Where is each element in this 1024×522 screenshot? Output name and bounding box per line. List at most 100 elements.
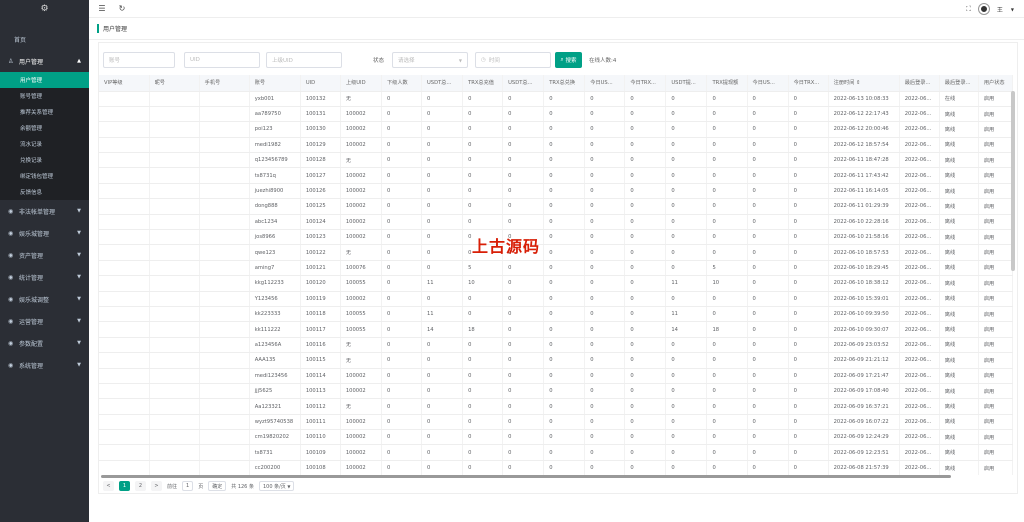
sidebar-group-8[interactable]: ◉ 系统管理 ▼ [0,354,89,376]
column-header[interactable]: USDT总... [502,75,545,92]
table-row[interactable]: aa789750 100131 100002 0 0 0 0 0 0 0 0 0 0 0 2022-06-1… [99,106,1013,123]
sidebar-group-5[interactable]: ◉ 娱乐城调整 ▼ [0,288,89,310]
table-row[interactable]: juezhi8900 100126 100002 0 0 0 0 0 0 0 0 0 0 0 2022-06… [99,183,1013,200]
column-header[interactable]: 注册时间 ⇕ [828,75,900,92]
table-cell: 100128 [300,152,341,169]
sidebar-item-balance[interactable]: 余额管理 [0,120,89,136]
table-cell: 0 [381,137,423,154]
column-header[interactable]: 下级人数 [381,75,423,92]
table-row[interactable]: jos8966 100123 100002 0 0 0 0 0 0 0 0 0 0 0 2022-06-10… [99,229,1013,246]
table-cell: 0 [706,106,748,123]
sidebar-item-home[interactable]: 首页 [0,28,89,50]
prev-page-button[interactable]: < [103,481,114,491]
table-cell: 0 [624,106,667,123]
column-header[interactable]: 今日US... [584,75,626,92]
goto-page-input[interactable]: 1 [182,481,194,491]
table-cell: 2022-06... [899,167,940,184]
table-row[interactable]: wyzt95740538 100111 100002 0 0 0 0 0 0 0 0 0 0 0 2022-… [99,414,1013,431]
table-row[interactable]: cc200200 100108 100002 0 0 0 0 0 0 0 0 0 0 0 2022-06-0… [99,460,1013,475]
table-row[interactable]: medi123456 100114 100002 0 0 0 0 0 0 0 0 0 0 0 2022-06… [99,368,1013,384]
menu-icon[interactable]: ☰ [95,4,109,13]
table-row[interactable]: ts8731q 100127 100002 0 0 0 0 0 0 0 0 0 0 0 2022-06-11… [99,167,1013,184]
table-row[interactable]: cm19820202 100110 100002 0 0 0 0 0 0 0 0 0 0 0 2022-06… [99,429,1013,446]
sidebar-group-1[interactable]: ◉ 非法帐单管理 ▼ [0,200,89,222]
refresh-icon[interactable]: ↻ [115,4,129,13]
table-cell: 0 [421,167,464,184]
column-header[interactable]: 今日US... [747,75,789,92]
table-cell: 100125 [300,198,341,215]
total-count: 共 126 条 [231,483,254,490]
table-row[interactable]: AAA135 100115 无 0 0 0 0 0 0 0 0 0 0 0 2022-06-09 21:21… [99,352,1013,369]
column-header[interactable]: VIP等级 [99,75,150,92]
search-button[interactable]: ⌕ 搜索 [555,52,582,68]
status-select[interactable]: 请选择 ▼ [392,52,468,68]
logo[interactable]: ⚙ [0,0,89,18]
horizontal-scrollbar[interactable] [101,475,951,478]
table-row[interactable]: poi123 100130 100002 0 0 0 0 0 0 0 0 0 0 0 2022-06-12 … [99,121,1013,138]
sidebar-group-6[interactable]: ◉ 运营管理 ▼ [0,310,89,332]
chevron-down-icon[interactable]: ▼ [1011,7,1014,12]
vertical-scrollbar[interactable] [1011,91,1015,271]
sidebar-item-flow[interactable]: 流水记录 [0,136,89,152]
column-header[interactable]: USDT提... [665,75,708,92]
table-cell: 2022-06-09 17:08:40 [828,383,900,400]
table-row[interactable]: Y123456 100119 100002 0 0 0 0 0 0 0 0 0 0 0 2022-06-10… [99,291,1013,307]
time-picker[interactable]: ◷ 时间 [475,52,551,68]
table-row[interactable]: yxb001 100132 无 0 0 0 0 0 0 0 0 0 0 0 2022-06-13 10:08… [99,91,1013,107]
confirm-button[interactable]: 确定 [208,481,227,491]
column-header[interactable]: UID [300,75,341,92]
column-header[interactable]: 最后登录... [899,75,940,92]
column-header[interactable]: TRX提现额 [706,75,748,92]
parent-uid-input[interactable]: 上级UID [266,52,342,68]
circle-icon: ◉ [8,273,14,281]
user-icon: ♙ [8,57,14,65]
sidebar-group-4[interactable]: ◉ 统计管理 ▼ [0,266,89,288]
table-row[interactable]: aming7 100121 100076 0 0 5 0 0 0 0 0 5 0 0 2022-06-10 … [99,260,1013,277]
table-cell [99,198,150,215]
table-cell: 0 [665,244,708,261]
table-row[interactable]: ts8731 100109 100002 0 0 0 0 0 0 0 0 0 0 0 2022-06-09 … [99,444,1013,461]
table-row[interactable]: kkg112233 100120 100055 0 11 10 0 0 0 0 11 10 0 0 2022… [99,275,1013,292]
sidebar-item-account-management[interactable]: 账号管理 [0,88,89,104]
table-row[interactable]: kk223333 100118 100055 0 11 0 0 0 0 0 11 0 0 0 2022-06… [99,306,1013,323]
next-page-button[interactable]: > [151,481,162,491]
table-row[interactable]: abc1234 100124 100002 0 0 0 0 0 0 0 0 0 0 0 2022-06-10… [99,214,1013,231]
uid-input[interactable]: UID [184,52,260,68]
sidebar-item-exchange[interactable]: 兑换记录 [0,152,89,168]
account-input[interactable]: 账号 [103,52,175,68]
fullscreen-icon[interactable]: ⛶ [966,5,971,14]
sidebar-item-feedback[interactable]: 反馈信息 [0,184,89,200]
column-header[interactable]: TRX总充值 [462,75,504,92]
sidebar-item-user-management[interactable]: 用户管理 [0,72,89,88]
sidebar-group-7[interactable]: ◉ 参数配置 ▼ [0,332,89,354]
table-row[interactable]: q123456789 100128 无 0 0 0 0 0 0 0 0 0 0 0 2022-06-11 1… [99,152,1013,169]
page-2-button[interactable]: 2 [135,481,146,491]
column-header[interactable]: 今日TRX... [788,75,829,92]
table-cell: 启用 [978,352,1013,369]
sidebar-group-user-management[interactable]: ♙ 用户管理 ▲ [0,50,89,72]
table-row[interactable]: kk111222 100117 100055 0 14 18 0 0 0 0 14 18 0 0 2022-… [99,321,1013,338]
table-row[interactable]: jjj5625 100113 100002 0 0 0 0 0 0 0 0 0 0 0 2022-06-09… [99,383,1013,400]
page-size-select[interactable]: 100 条/页 ▼ [258,481,295,491]
table-row[interactable]: qwe123 100122 无 0 0 0 0 0 0 0 0 0 0 0 2022-06-10 18:57… [99,244,1013,261]
column-header[interactable]: 昵号 [149,75,200,92]
table-row[interactable]: Aa123321 100112 无 0 0 0 0 0 0 0 0 0 0 0 2022-06-09 16:… [99,398,1013,415]
page-1-button[interactable]: 1 [119,481,130,491]
column-header[interactable]: 上级UID [340,75,382,92]
sidebar-group-3[interactable]: ◉ 资产管理 ▼ [0,244,89,266]
column-header[interactable]: 今日TRX... [624,75,667,92]
column-header[interactable]: TRX总兑换 [543,75,586,92]
table-row[interactable]: a123456A 100116 无 0 0 0 0 0 0 0 0 0 0 0 2022-06-09 23:… [99,337,1013,354]
column-header[interactable]: 账号 [249,75,301,92]
sidebar-item-referral[interactable]: 推荐关系管理 [0,104,89,120]
column-header[interactable]: 用户状态 [978,75,1013,92]
sidebar-group-2[interactable]: ◉ 娱乐城管理 ▼ [0,222,89,244]
column-header[interactable]: 最后登录... [939,75,979,92]
sidebar-item-wallet[interactable]: 绑定钱包管理 [0,168,89,184]
table-row[interactable]: medi1982 100129 100002 0 0 0 0 0 0 0 0 0 0 0 2022-06-1… [99,137,1013,154]
column-header[interactable]: 手机号 [199,75,250,92]
table-row[interactable]: dong888 100125 100002 0 0 0 0 0 0 0 0 0 0 0 2022-06-11… [99,198,1013,215]
avatar[interactable] [978,4,989,14]
user-name[interactable]: 王 [997,5,1003,14]
column-header[interactable]: USDT总... [421,75,464,92]
